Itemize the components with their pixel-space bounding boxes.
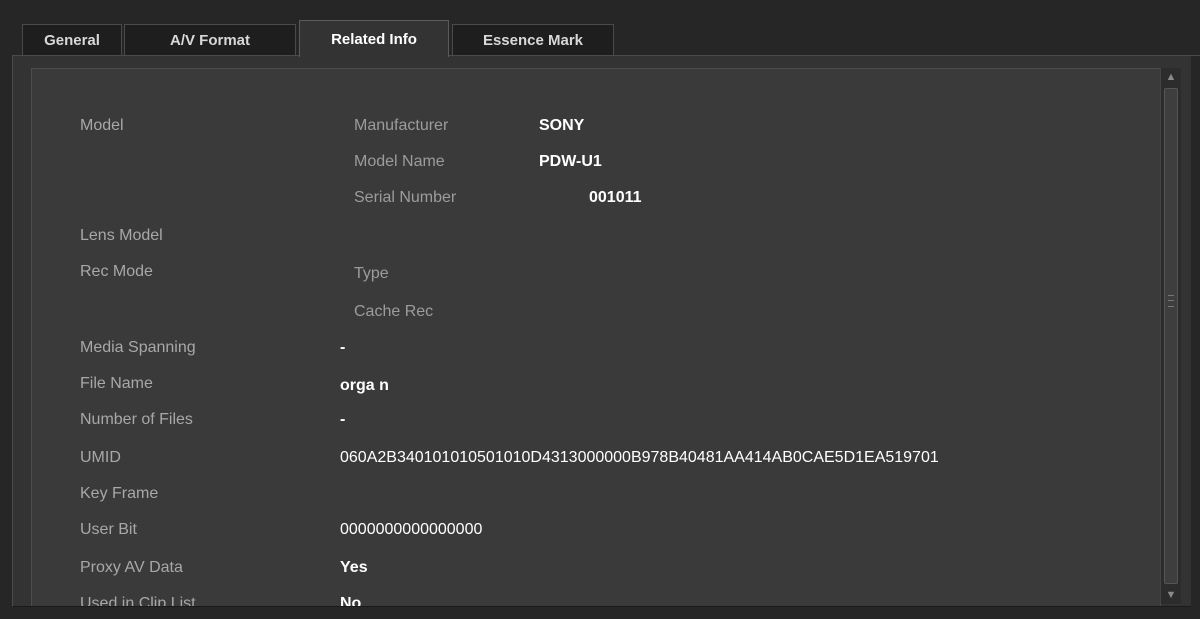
grip-icon <box>1168 295 1174 307</box>
model-name-label: Model Name <box>354 153 445 170</box>
type-label: Type <box>354 265 389 282</box>
lens-model-label: Lens Model <box>80 227 163 244</box>
serial-number-label: Serial Number <box>354 189 457 206</box>
number-of-files-label: Number of Files <box>80 411 193 428</box>
number-of-files-value: - <box>340 411 346 428</box>
used-in-clip-list-value: No <box>340 595 362 607</box>
tab-essence-mark-label: Essence Mark <box>482 32 584 49</box>
umid-label: UMID <box>80 449 121 466</box>
manufacturer-value: SONY <box>539 117 585 134</box>
user-bit-label: User Bit <box>80 521 137 538</box>
scroll-up-arrow-icon[interactable]: ▲ <box>1161 68 1181 86</box>
proxy-av-data-value: Yes <box>340 559 368 576</box>
tab-general[interactable]: General <box>22 24 122 56</box>
tab-av-format-label: A/V Format <box>169 32 250 49</box>
tab-related-info[interactable]: Related Info <box>299 20 449 57</box>
scroll-down-arrow-icon[interactable]: ▼ <box>1161 586 1181 604</box>
file-name-value: orga n <box>340 377 389 394</box>
umid-value: 060A2B340101010501010D4313000000B978B404… <box>340 449 939 466</box>
tab-related-info-label: Related Info <box>331 30 417 48</box>
related-info-panel: Model Manufacturer SONY Model Name PDW-U… <box>12 56 1191 607</box>
scroll-thumb[interactable] <box>1164 88 1178 584</box>
rec-mode-label: Rec Mode <box>80 263 153 280</box>
tab-general-label: General <box>44 32 100 49</box>
media-spanning-value: - <box>340 339 346 356</box>
vertical-scrollbar[interactable]: ▲ ▼ <box>1160 68 1181 604</box>
used-in-clip-list-label: Used in Clip List <box>80 595 196 607</box>
clip-properties-window: General A/V Format Related Info Essence … <box>0 0 1200 619</box>
user-bit-value: 0000000000000000 <box>340 521 483 538</box>
proxy-av-data-label: Proxy AV Data <box>80 559 183 576</box>
manufacturer-label: Manufacturer <box>354 117 449 134</box>
tab-bar: General A/V Format Related Info Essence … <box>12 20 1200 57</box>
media-spanning-label: Media Spanning <box>80 339 196 356</box>
serial-number-value: 001011 <box>589 189 642 206</box>
model-label: Model <box>80 117 124 134</box>
key-frame-label: Key Frame <box>80 485 159 502</box>
model-name-value: PDW-U1 <box>539 153 602 170</box>
tab-essence-mark[interactable]: Essence Mark <box>452 24 614 56</box>
cache-rec-label: Cache Rec <box>354 303 434 320</box>
tab-av-format[interactable]: A/V Format <box>124 24 296 56</box>
related-info-content: Model Manufacturer SONY Model Name PDW-U… <box>31 68 1161 607</box>
file-name-label: File Name <box>80 375 153 392</box>
